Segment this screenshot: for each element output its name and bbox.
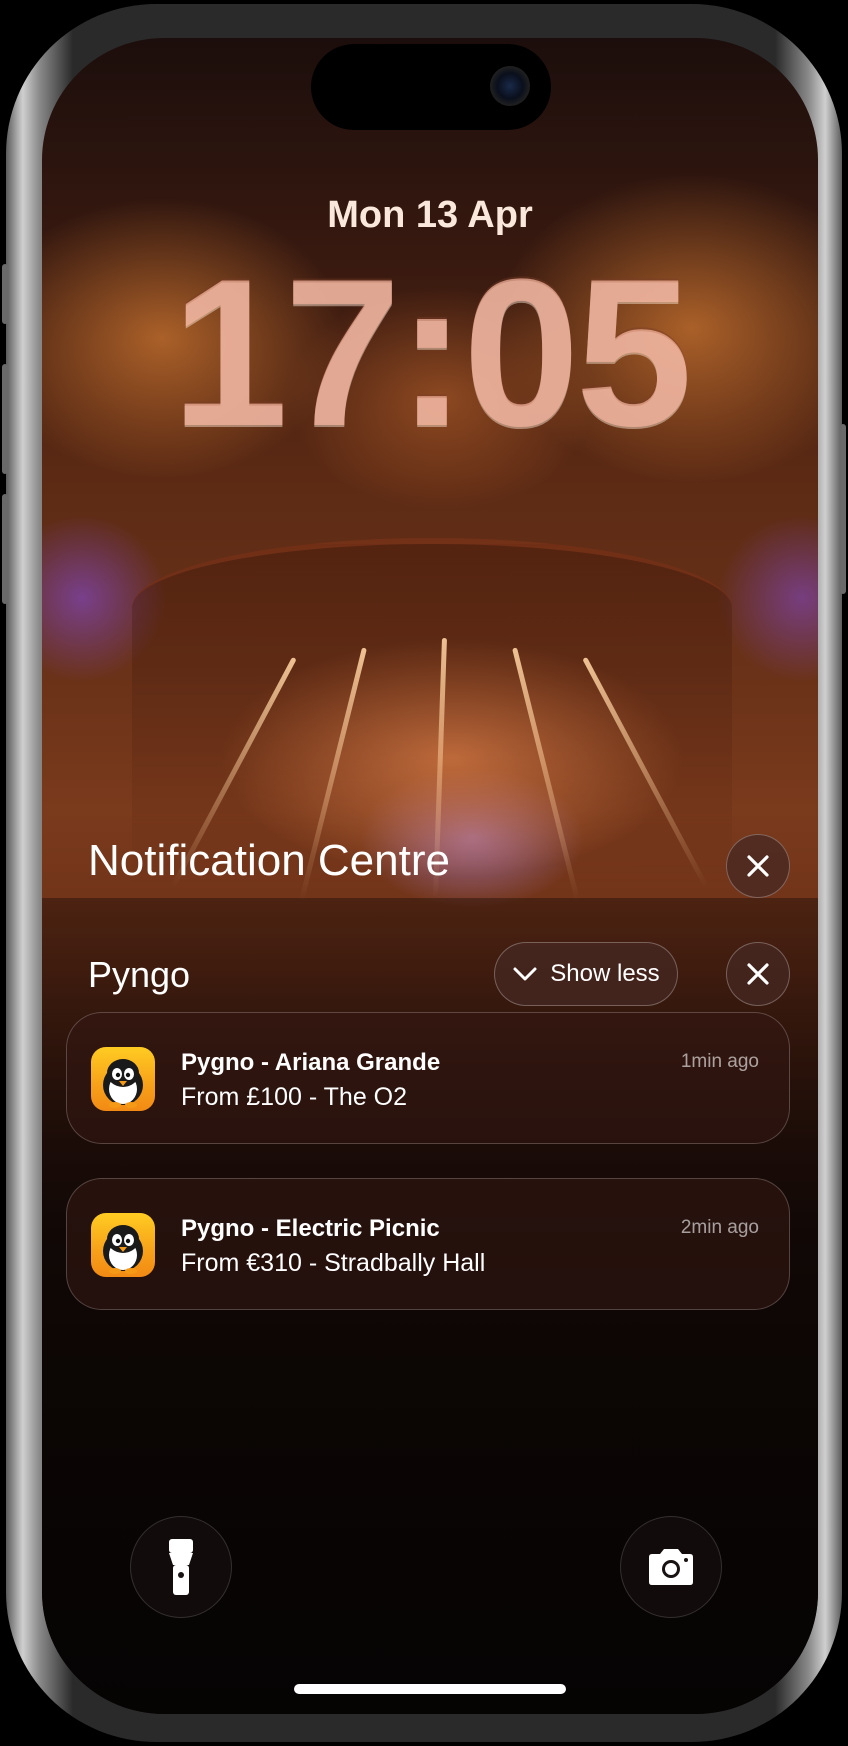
camera-icon <box>649 1549 693 1585</box>
notification-time: 1min ago <box>680 1051 759 1072</box>
chevron-down-icon <box>513 967 537 981</box>
show-less-label: Show less <box>550 960 660 987</box>
wallpaper-stage <box>132 538 732 884</box>
flashlight-icon <box>169 1539 193 1595</box>
clear-group-button[interactable] <box>726 942 790 1006</box>
penguin-app-icon <box>91 1047 155 1111</box>
notification-body: From £100 - The O2 <box>181 1083 408 1111</box>
notification-group-name: Pyngo <box>88 954 191 995</box>
notification-card[interactable]: Pygno - Electric Picnic From €310 - Stra… <box>66 1178 790 1310</box>
show-less-button[interactable]: Show less <box>494 942 678 1006</box>
notification-time: 2min ago <box>680 1217 759 1238</box>
home-indicator[interactable] <box>294 1684 566 1694</box>
notification-body: From €310 - Stradbally Hall <box>181 1249 486 1277</box>
lockscreen-date: Mon 13 Apr <box>327 194 533 236</box>
close-icon <box>747 963 769 985</box>
flashlight-button[interactable] <box>130 1516 232 1618</box>
close-icon <box>747 855 769 877</box>
notification-centre-title: Notification Centre <box>88 836 450 885</box>
camera-button[interactable] <box>620 1516 722 1618</box>
penguin-app-icon <box>91 1213 155 1277</box>
notification-title: Pygno - Ariana Grande <box>181 1049 441 1076</box>
notification-title: Pygno - Electric Picnic <box>181 1215 440 1242</box>
side-button <box>840 424 846 594</box>
phone-frame: Mon 13 Apr 17:05 Notification Centre Pyn… <box>2 4 846 1742</box>
clear-all-button[interactable] <box>726 834 790 898</box>
lockscreen-clock: 17:05 <box>171 235 692 470</box>
volume-up-button <box>2 364 8 474</box>
action-button <box>2 264 8 324</box>
lock-screen: Mon 13 Apr 17:05 Notification Centre Pyn… <box>42 38 818 1714</box>
front-camera <box>490 66 530 106</box>
volume-down-button <box>2 494 8 604</box>
notification-card[interactable]: Pygno - Ariana Grande From £100 - The O2… <box>66 1012 790 1144</box>
